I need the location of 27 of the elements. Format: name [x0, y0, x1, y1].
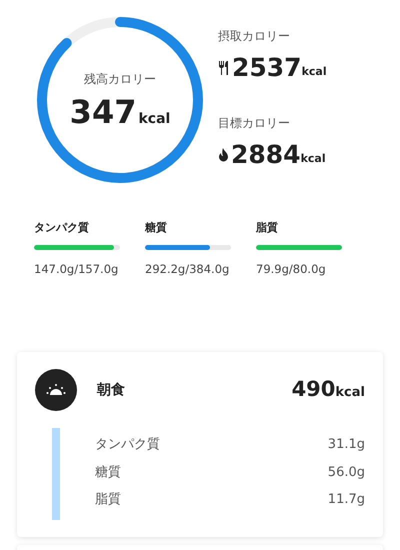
nutrient-amount: 11.7g — [328, 491, 365, 509]
nutrient-name: 糖質 — [95, 464, 121, 482]
nutrient-amount: 31.1g — [328, 436, 365, 454]
remaining-value: 347 — [70, 96, 136, 128]
meal-calories: 490 — [292, 376, 336, 404]
macro-amount: 147.0g/157.0g — [34, 260, 120, 278]
nutrient-name: 脂質 — [95, 491, 121, 509]
sunrise-icon — [35, 369, 77, 411]
remaining-unit: kcal — [138, 110, 170, 129]
flame-icon — [218, 148, 229, 162]
meal-unit: kcal — [335, 384, 365, 402]
intake-value: 2537 — [232, 55, 302, 80]
nutrient-name: タンパク質 — [95, 436, 160, 454]
fork-knife-icon — [218, 60, 230, 74]
intake-label: 摂取カロリー — [218, 28, 291, 45]
macro-label: タンパク質 — [34, 220, 90, 236]
nutrient-amount: 56.0g — [328, 464, 365, 482]
remaining-label: 残高カロリー — [84, 71, 156, 88]
meal-name: 朝食 — [97, 380, 125, 400]
macro-amount: 292.2g/384.0g — [145, 260, 230, 278]
goal-label: 目標カロリー — [218, 115, 291, 132]
goal-unit: kcal — [300, 150, 326, 166]
macro-label: 糖質 — [145, 220, 168, 236]
goal-value: 2884 — [231, 142, 301, 167]
intake-unit: kcal — [302, 64, 327, 80]
macro-label: 脂質 — [256, 220, 279, 236]
macro-amount: 79.9g/80.0g — [256, 260, 327, 278]
